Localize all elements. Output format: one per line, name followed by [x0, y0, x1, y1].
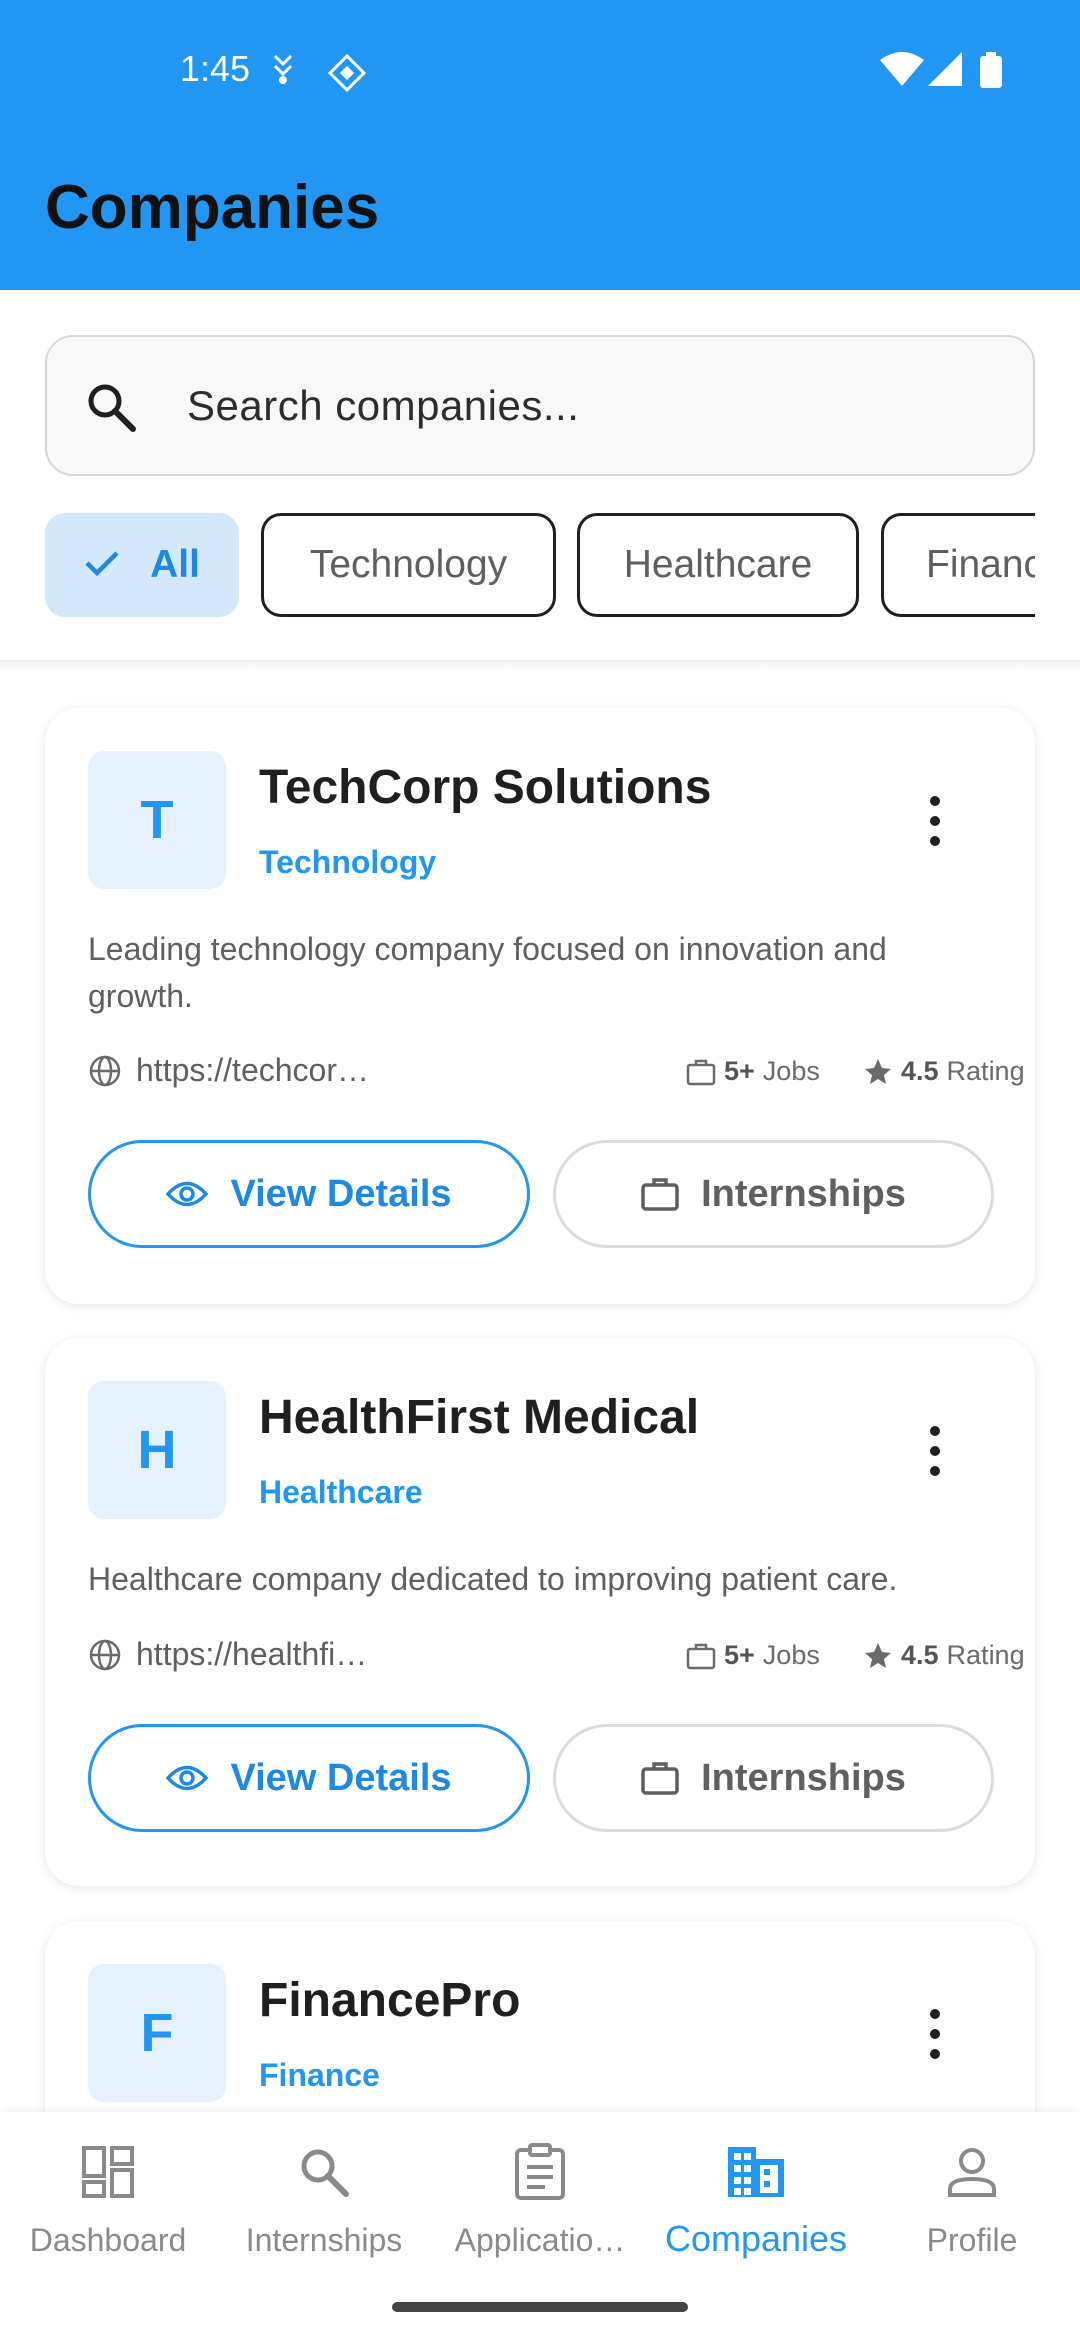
person-icon [940, 2140, 1004, 2204]
more-options-button[interactable] [905, 1416, 965, 1486]
divider [0, 660, 1080, 670]
location-notification-icon [272, 52, 294, 91]
nav-item-internships[interactable]: Internships [216, 2112, 432, 2282]
rating-value: 4.5 [901, 1056, 939, 1086]
status-time: 1:45 [180, 48, 251, 89]
company-name: HealthFirst Medical [259, 1391, 700, 1444]
star-icon [865, 1058, 891, 1084]
view-details-label: View Details [230, 1172, 452, 1215]
jobs-value: 5+ [724, 1640, 755, 1670]
briefcase-icon [641, 1762, 679, 1795]
dashboard-icon [76, 2140, 140, 2204]
app-header: 1:45 Companies [0, 0, 1080, 290]
eye-icon [166, 1765, 209, 1791]
search-icon [292, 2140, 356, 2204]
briefcase-icon [641, 1178, 679, 1211]
jobs-value: 5+ [724, 1056, 755, 1086]
view-details-button[interactable]: View Details [88, 1140, 530, 1248]
clipboard-icon [508, 2140, 572, 2204]
nav-item-profile[interactable]: Profile [864, 2112, 1080, 2282]
avatar: H [88, 1381, 226, 1519]
avatar: T [88, 751, 226, 889]
status-bar: 1:45 [0, 0, 1080, 140]
filter-chip-technology[interactable]: Technology [261, 513, 556, 617]
company-description: Healthcare company dedicated to improvin… [88, 1561, 898, 1597]
search-input[interactable]: Search companies... [45, 335, 1035, 476]
internships-label: Internships [701, 1172, 906, 1215]
nav-label: Profile [926, 2222, 1018, 2258]
search-placeholder: Search companies... [187, 382, 580, 429]
internships-button[interactable]: Internships [553, 1724, 994, 1832]
filter-chips: All Technology Healthcare Financ [45, 513, 1035, 617]
company-industry: Finance [259, 2057, 380, 2093]
filter-chip-healthcare[interactable]: Healthcare [577, 513, 859, 617]
rating-stat: 4.5 Rating [863, 1056, 1025, 1087]
company-name: TechCorp Solutions [259, 761, 712, 814]
company-industry: Technology [259, 844, 437, 880]
nav-label: Applicatio… [454, 2222, 626, 2258]
page-title: Companies [45, 173, 380, 242]
cellular-signal-icon [928, 52, 964, 93]
rating-label: Rating [946, 1640, 1025, 1670]
rating-stat: 4.5 Rating [863, 1640, 1025, 1671]
jobs-stat: 5+ Jobs [686, 1056, 820, 1087]
view-details-button[interactable]: View Details [88, 1724, 530, 1832]
eye-icon [166, 1181, 209, 1207]
jobs-label: Jobs [762, 1056, 820, 1086]
more-options-button[interactable] [905, 1999, 965, 2069]
internships-button[interactable]: Internships [553, 1140, 994, 1248]
view-details-label: View Details [230, 1756, 452, 1799]
briefcase-icon [686, 1643, 716, 1669]
nav-label: Companies [664, 2218, 848, 2259]
star-icon [865, 1642, 891, 1668]
briefcase-icon [686, 1059, 716, 1085]
nav-label: Dashboard [29, 2222, 187, 2258]
rating-value: 4.5 [901, 1640, 939, 1670]
battery-icon [980, 52, 1002, 93]
avatar: F [88, 1964, 226, 2102]
company-website[interactable]: https://techcor… [88, 1052, 369, 1089]
globe-icon [89, 1639, 121, 1670]
company-website[interactable]: https://healthfi… [88, 1636, 367, 1673]
rating-label: Rating [946, 1056, 1025, 1086]
wifi-icon [880, 52, 924, 93]
company-meta: https://techcor… 5+ Jobs 4.5 Rating [88, 1052, 1025, 1092]
home-indicator[interactable] [392, 2302, 688, 2312]
check-icon [84, 543, 120, 587]
filter-chip-finance[interactable]: Financ [881, 513, 1035, 617]
company-description: Leading technology company focused on in… [88, 931, 887, 1014]
filter-chip-label: Healthcare [623, 543, 813, 586]
nav-label: Internships [245, 2222, 403, 2258]
company-meta: https://healthfi… 5+ Jobs 4.5 Rating [88, 1636, 1025, 1676]
jobs-stat: 5+ Jobs [686, 1640, 820, 1671]
more-options-button[interactable] [905, 786, 965, 856]
company-card[interactable]: T TechCorp Solutions Technology Leading … [45, 708, 1035, 1304]
jobs-label: Jobs [762, 1640, 820, 1670]
app-notification-icon [326, 52, 368, 99]
building-icon [724, 2140, 788, 2204]
filter-chip-all[interactable]: All [45, 513, 239, 617]
filter-chip-label: Technology [309, 543, 508, 586]
globe-icon [89, 1055, 121, 1086]
filter-chip-label: Financ [926, 543, 1035, 586]
nav-item-applications[interactable]: Applicatio… [432, 2112, 648, 2282]
company-card[interactable]: H HealthFirst Medical Healthcare Healthc… [45, 1338, 1035, 1886]
website-text: https://techcor… [136, 1052, 369, 1088]
nav-item-dashboard[interactable]: Dashboard [0, 2112, 216, 2282]
nav-item-companies[interactable]: Companies [648, 2112, 864, 2282]
internships-label: Internships [701, 1756, 906, 1799]
filter-chip-label: All [150, 543, 200, 586]
company-industry: Healthcare [259, 1474, 423, 1510]
company-name: FinancePro [259, 1974, 521, 2027]
website-text: https://healthfi… [136, 1636, 368, 1672]
search-icon [83, 379, 139, 435]
